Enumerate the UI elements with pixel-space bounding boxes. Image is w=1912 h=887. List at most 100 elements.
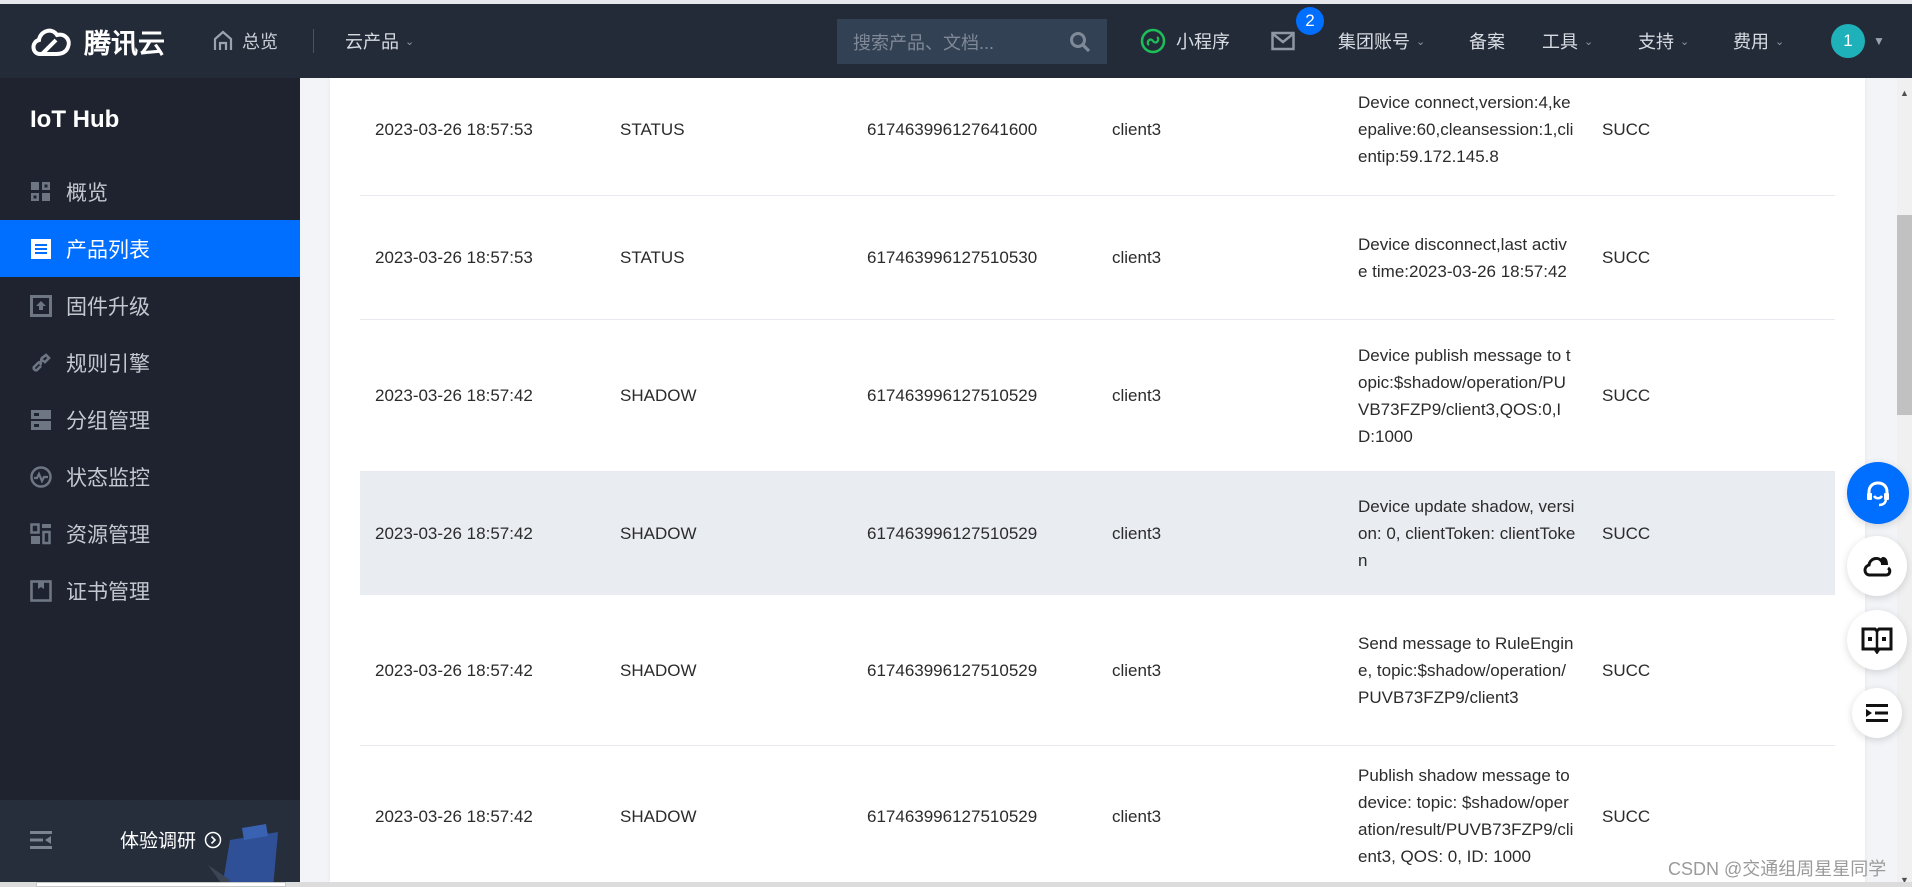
table-row[interactable]: 2023-03-26 18:57:53 STATUS 617463996127641… [360, 64, 1835, 196]
device-name-cell-text: client3 [1112, 120, 1162, 139]
overview-link[interactable]: 总览 [212, 4, 278, 78]
message-id-cell-text: 617463996127510529 [867, 660, 1038, 680]
log-time-cell-text: 2023-03-26 18:57:53 [375, 120, 533, 139]
table-row[interactable]: 2023-03-26 18:57:53 STATUS 617463996127510… [360, 196, 1835, 320]
tools-label: 工具 [1542, 32, 1578, 52]
message-id-cell-text: 617463996127641600 [867, 120, 1038, 139]
table-row[interactable]: 2023-03-26 18:57:42 SHADOW 617463996127510… [360, 595, 1835, 746]
log-time-cell: 2023-03-26 18:57:42 [375, 595, 605, 745]
beian-label: 备案 [1469, 32, 1505, 52]
log-type-cell-text: STATUS [620, 248, 685, 267]
experience-survey-link[interactable]: 体验调研 [120, 826, 222, 853]
sidebar-item-label: 产品列表 [66, 238, 150, 262]
message-id-cell-text: 617463996127510529 [867, 524, 1038, 543]
log-content-cell: Send message to RuleEngine, topic:$shado… [1358, 595, 1576, 745]
sidebar-item-rule-engine[interactable]: 规则引擎 [0, 334, 300, 391]
log-content-cell: Publish shadow message to device: topic:… [1358, 746, 1576, 886]
log-time-cell: 2023-03-26 18:57:42 [375, 472, 605, 595]
sidebar-item-group-management[interactable]: 分组管理 [0, 391, 300, 448]
dashboard-icon [30, 181, 52, 203]
nav-divider [313, 29, 314, 53]
search-input[interactable]: 搜索产品、文档... [837, 19, 1107, 64]
log-content-cell-text: Send message to RuleEngine, topic:$shado… [1358, 633, 1574, 707]
chevron-down-icon: ⌄ [1680, 35, 1690, 48]
log-time-cell: 2023-03-26 18:57:42 [375, 746, 605, 886]
chevron-down-icon: ⌄ [405, 35, 415, 48]
sidebar-item-product-list[interactable]: 产品列表 [0, 220, 300, 277]
result-status-cell-text: SUCC [1602, 386, 1651, 405]
toc-button[interactable] [1852, 688, 1902, 738]
result-status-cell-text: SUCC [1602, 806, 1651, 826]
log-content-cell-text: Device publish message to topic:$shadow/… [1358, 345, 1571, 446]
group-icon [30, 409, 52, 431]
result-status-cell-text: SUCC [1602, 660, 1651, 680]
log-type-cell: STATUS [620, 196, 850, 319]
sidebar-item-overview[interactable]: 概览 [0, 163, 300, 220]
horizontal-scrollbar[interactable] [0, 882, 1912, 887]
sidebar-item-label: 规则引擎 [66, 352, 150, 376]
device-name-cell: client3 [1112, 595, 1342, 745]
overview-label: 总览 [242, 32, 278, 52]
sidebar-item-firmware-upgrade[interactable]: 固件升级 [0, 277, 300, 334]
collapse-sidebar-icon[interactable] [30, 830, 52, 855]
mini-program-label: 小程序 [1176, 32, 1230, 52]
device-name-cell: client3 [1112, 320, 1342, 471]
message-id-cell: 617463996127510529 [867, 320, 1097, 471]
result-status-cell-text: SUCC [1602, 248, 1651, 267]
mail-icon [1271, 31, 1295, 51]
chevron-down-icon: ⌄ [1416, 35, 1426, 48]
caret-down-icon: ▼ [1873, 34, 1885, 48]
sidebar-item-certificate-management[interactable]: 证书管理 [0, 562, 300, 619]
firmware-upgrade-icon [30, 294, 52, 317]
log-time-cell-text: 2023-03-26 18:57:42 [375, 806, 533, 826]
message-id-cell: 617463996127641600 [867, 64, 1097, 195]
device-log-table: 2023-03-26 18:57:53 STATUS 617463996127641… [330, 78, 1865, 887]
device-name-cell: client3 [1112, 472, 1342, 595]
logo-text: 腾讯云 [84, 28, 165, 59]
support-label: 支持 [1638, 32, 1674, 52]
device-name-cell: client3 [1112, 196, 1342, 319]
log-content-cell-text: Device update shadow, version: 0, client… [1358, 497, 1576, 570]
list-indent-icon [1866, 704, 1888, 722]
log-time-cell-text: 2023-03-26 18:57:42 [375, 524, 533, 543]
sidebar-item-label: 概览 [66, 181, 108, 205]
table-row[interactable]: 2023-03-26 18:57:42 SHADOW 617463996127510… [360, 320, 1835, 472]
log-type-cell: SHADOW [620, 595, 850, 745]
cloud-notify-button[interactable] [1847, 536, 1907, 596]
result-status-cell: SUCC [1602, 595, 1722, 745]
device-name-cell-text: client3 [1112, 806, 1162, 826]
scroll-up-icon[interactable]: ▲ [1900, 88, 1909, 98]
certificate-icon [30, 579, 52, 602]
log-content-cell: Device disconnect,last active time:2023-… [1358, 196, 1576, 319]
log-content-cell: Device publish message to topic:$shadow/… [1358, 320, 1576, 471]
account-menu[interactable]: 1 ▼ [1831, 4, 1885, 78]
sidebar-item-label: 状态监控 [66, 466, 150, 490]
table-row[interactable]: 2023-03-26 18:57:42 SHADOW 617463996127510… [360, 472, 1835, 595]
log-time-cell: 2023-03-26 18:57:53 [375, 196, 605, 319]
device-name-cell-text: client3 [1112, 386, 1162, 405]
sidebar-item-status-monitor[interactable]: 状态监控 [0, 448, 300, 505]
table-row[interactable]: 2023-03-26 18:57:42 SHADOW 617463996127510… [360, 746, 1835, 887]
log-type-cell: SHADOW [620, 472, 850, 595]
sidebar-item-label: 分组管理 [66, 409, 150, 433]
log-type-cell-text: STATUS [620, 120, 685, 139]
monitor-icon [30, 465, 52, 488]
docs-button[interactable] [1847, 610, 1907, 670]
result-status-cell-text: SUCC [1602, 120, 1651, 139]
customer-service-button[interactable] [1847, 462, 1909, 524]
log-type-cell: SHADOW [620, 746, 850, 886]
tencent-cloud-logo[interactable]: 腾讯云 [28, 4, 165, 78]
sidebar-footer: 体验调研 [0, 800, 300, 882]
message-id-cell-text: 617463996127510529 [867, 386, 1038, 405]
sidebar-item-resource-management[interactable]: 资源管理 [0, 505, 300, 562]
cloud-products-label: 云产品 [345, 32, 399, 52]
device-name-cell-text: client3 [1112, 660, 1162, 680]
sidebar-item-label: 资源管理 [66, 523, 150, 547]
horizontal-scrollbar-thumb[interactable] [36, 882, 286, 887]
log-content-cell-text: Device connect,version:4,keepalive:60,cl… [1358, 93, 1574, 166]
search-icon[interactable] [1069, 31, 1091, 53]
message-id-cell: 617463996127510529 [867, 472, 1097, 595]
log-content-cell-text: Device disconnect,last active time:2023-… [1358, 234, 1567, 281]
link-icon [30, 352, 52, 374]
scrollbar-thumb[interactable] [1897, 215, 1912, 415]
